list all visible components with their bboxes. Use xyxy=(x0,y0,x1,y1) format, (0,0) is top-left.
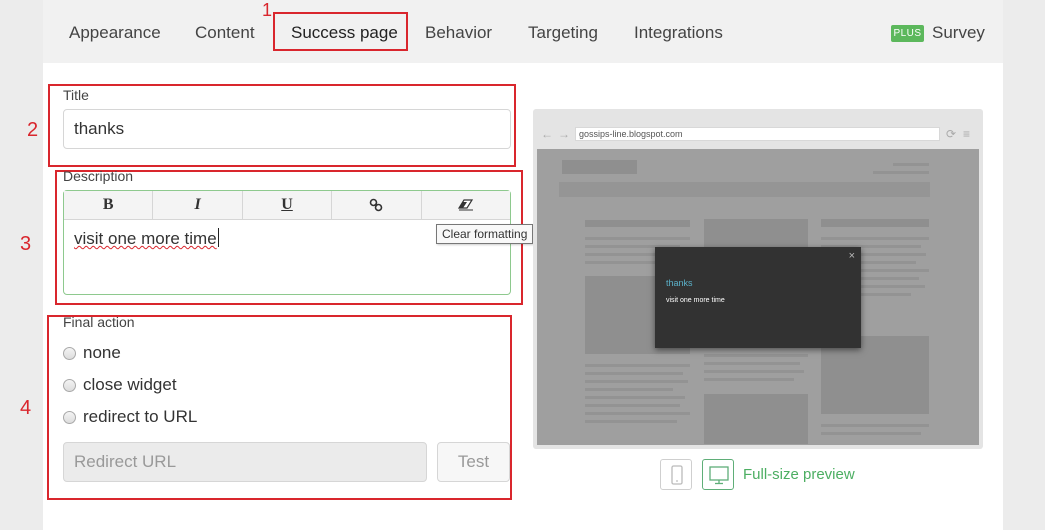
placeholder-line xyxy=(704,354,808,357)
refresh-icon: ⟳ xyxy=(946,127,957,141)
placeholder-line xyxy=(821,424,929,427)
annotation-number-1: 1 xyxy=(262,0,273,20)
placeholder-line xyxy=(585,380,688,383)
placeholder-line xyxy=(821,237,929,240)
link-icon xyxy=(370,198,383,212)
placeholder-image xyxy=(704,394,808,444)
underline-button[interactable]: U xyxy=(243,191,333,219)
placeholder-line xyxy=(585,404,680,407)
mobile-icon xyxy=(671,465,683,485)
placeholder-line xyxy=(585,396,685,399)
editor-text: visit one more time xyxy=(74,229,217,248)
tab-behavior[interactable]: Behavior xyxy=(425,23,492,43)
radio-redirect-url[interactable]: redirect to URL xyxy=(63,407,197,427)
annotation-number-2: 2 xyxy=(27,119,39,141)
back-arrow-icon: ← xyxy=(541,127,553,141)
text-caret xyxy=(217,228,219,247)
placeholder-line xyxy=(704,370,804,373)
preview-address-bar: gossips-line.blogspot.com xyxy=(575,127,940,141)
forward-arrow-icon: → xyxy=(558,127,570,141)
placeholder-line xyxy=(585,388,673,391)
plus-badge: PLUS xyxy=(891,25,924,42)
italic-icon: I xyxy=(194,196,201,213)
radio-close-widget[interactable]: close widget xyxy=(63,375,177,395)
placeholder-line xyxy=(704,378,794,381)
placeholder-heading xyxy=(821,219,929,227)
underline-icon: U xyxy=(281,196,293,213)
test-button[interactable]: Test xyxy=(437,442,510,482)
title-label: Title xyxy=(63,87,89,103)
placeholder-line xyxy=(585,237,690,240)
bold-icon: B xyxy=(102,196,114,213)
placeholder-line xyxy=(873,171,929,174)
preview-popup: × thanks visit one more time xyxy=(655,247,861,348)
annotation-box-1 xyxy=(273,12,408,51)
placeholder-line xyxy=(821,432,921,435)
italic-button[interactable]: I xyxy=(153,191,243,219)
placeholder-line xyxy=(585,372,683,375)
mobile-preview-button[interactable] xyxy=(660,459,692,490)
radio-label-redirect-url: redirect to URL xyxy=(83,407,198,426)
radio-label-close-widget: close widget xyxy=(83,375,177,394)
placeholder-logo xyxy=(562,160,637,174)
tab-content[interactable]: Content xyxy=(195,23,255,43)
desktop-preview-button[interactable] xyxy=(702,459,734,490)
clear-formatting-button[interactable] xyxy=(422,191,510,219)
menu-icon: ≡ xyxy=(963,127,971,141)
eraser-icon xyxy=(457,199,473,211)
annotation-number-4: 4 xyxy=(20,397,32,419)
placeholder-line xyxy=(585,412,690,415)
placeholder-line xyxy=(585,364,690,367)
popup-close-icon[interactable]: × xyxy=(849,250,855,262)
placeholder-line xyxy=(704,362,800,365)
radio-label-none: none xyxy=(83,343,121,362)
radio-button[interactable] xyxy=(63,410,76,424)
radio-button[interactable] xyxy=(63,378,76,392)
tab-appearance[interactable]: Appearance xyxy=(69,23,161,43)
placeholder-line xyxy=(585,420,677,423)
radio-none[interactable]: none xyxy=(63,343,121,363)
full-size-preview-link[interactable]: Full-size preview xyxy=(743,466,855,483)
link-button[interactable] xyxy=(332,191,422,219)
editor-content[interactable]: visit one more time xyxy=(74,228,219,249)
title-input[interactable]: thanks xyxy=(63,109,511,149)
desktop-icon xyxy=(709,466,729,485)
popup-title: thanks xyxy=(666,278,693,288)
redirect-url-input[interactable]: Redirect URL xyxy=(63,442,427,482)
popup-description: visit one more time xyxy=(666,297,725,304)
tab-survey[interactable]: Survey xyxy=(932,23,985,43)
bold-button[interactable]: B xyxy=(64,191,154,219)
placeholder-nav xyxy=(559,182,930,197)
description-label: Description xyxy=(63,168,134,184)
clear-formatting-tooltip: Clear formatting xyxy=(436,224,534,244)
tab-targeting[interactable]: Targeting xyxy=(528,23,598,43)
final-action-label: Final action xyxy=(63,314,135,330)
placeholder-heading xyxy=(585,220,690,227)
editor-toolbar: B I U xyxy=(64,191,510,220)
radio-button[interactable] xyxy=(63,346,76,360)
annotation-number-3: 3 xyxy=(20,233,32,255)
placeholder-line xyxy=(893,163,929,166)
tab-bar xyxy=(43,0,1003,63)
tab-integrations[interactable]: Integrations xyxy=(634,23,723,43)
